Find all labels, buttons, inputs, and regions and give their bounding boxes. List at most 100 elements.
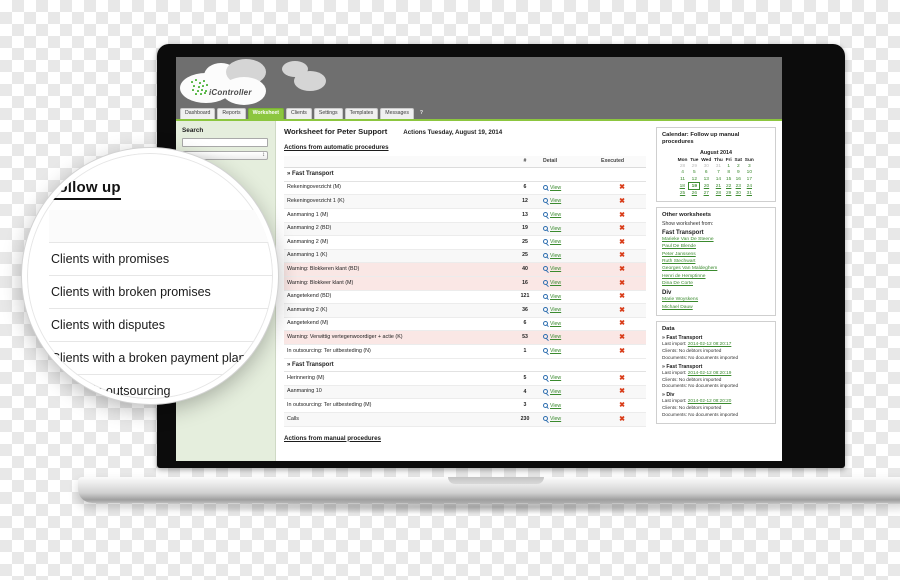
calendar-day[interactable]: 11 [676,176,689,183]
view-link[interactable]: View [543,198,561,204]
follow-up-item[interactable]: Clients with promises [49,243,273,276]
view-link[interactable]: View [543,402,561,409]
view-link[interactable]: View [543,348,561,354]
tab-help[interactable]: ? [416,109,427,119]
calendar-day[interactable]: 23 [733,183,743,190]
tab-settings[interactable]: Settings [313,108,343,119]
automatic-procedures-link[interactable]: Actions from automatic procedures [284,144,389,151]
calendar-day[interactable]: 28 [713,190,725,197]
worksheet-person-link[interactable]: Ruth Stechwart [662,258,770,265]
not-executed-icon[interactable]: ✖ [619,416,625,423]
not-executed-icon[interactable]: ✖ [619,266,625,273]
data-last-import-link[interactable]: 2014-02-12 08:20:20 [688,398,732,403]
view-link[interactable]: View [543,307,561,313]
tab-templates[interactable]: Templates [344,108,379,119]
calendar-day[interactable]: 12 [689,176,700,183]
tab-reports[interactable]: Reports [217,108,246,119]
view-link[interactable]: View [543,212,561,218]
data-last-import-link[interactable]: 2014-02-12 08:20:17 [688,341,732,346]
calendar-day[interactable]: 21 [713,183,725,190]
not-executed-icon[interactable]: ✖ [619,348,625,355]
calendar-weekday: Mon [677,158,688,164]
row-count: 40 [510,262,540,277]
not-executed-icon[interactable]: ✖ [619,252,625,259]
calendar-day[interactable]: 16 [733,176,743,183]
not-executed-icon[interactable]: ✖ [619,198,625,205]
calendar-day[interactable]: 13 [700,176,713,183]
view-link[interactable]: View [543,388,561,395]
follow-up-item[interactable]: Clients with broken promises [49,276,273,309]
tab-dashboard[interactable]: Dashboard [180,108,216,119]
magnifier-overlay: Follow up Clients with promises Clients w… [22,148,278,404]
worksheet-person-link[interactable]: Marieke Van De Steene [662,236,770,243]
calendar-day[interactable]: 22 [724,183,733,190]
view-link[interactable]: View [543,293,561,300]
manual-procedures-link[interactable]: Actions from manual procedures [284,435,381,442]
not-executed-icon[interactable]: ✖ [619,239,625,246]
not-executed-icon[interactable]: ✖ [619,320,625,327]
worksheet-person-link[interactable]: Marie Woyskens [662,296,770,303]
calendar-day[interactable]: 26 [689,190,700,197]
data-last-import-link[interactable]: 2014-02-12 08:20:19 [688,370,732,375]
worksheet-person-link[interactable]: Henri de Hemptinne [662,273,770,280]
magnifier-icon [543,388,548,394]
tab-clients[interactable]: Clients [286,108,312,119]
not-executed-icon[interactable]: ✖ [619,375,625,382]
not-executed-icon[interactable]: ✖ [619,293,625,300]
calendar-day[interactable]: 18 [676,183,689,190]
view-link[interactable]: View [543,252,561,259]
row-detail-cell: View [540,317,598,332]
view-link[interactable]: View [543,239,561,245]
calendar-day[interactable]: 24 [743,183,755,190]
follow-up-item[interactable]: Clients with disputes [49,309,273,342]
calendar-day[interactable]: 29 [724,190,733,197]
calendar-grid: Mon Tue Wed Thu Fri Sat Sun 28 29 30 31 1 2 3 4 5 6 7 8 9 1… [676,157,756,196]
worksheet-person-link[interactable]: Michael Dauw [662,304,770,311]
calendar-day[interactable]: 30 [733,190,743,197]
view-link[interactable]: View [543,280,561,286]
not-executed-icon[interactable]: ✖ [619,225,625,232]
view-link[interactable]: View [543,334,561,340]
group-label: » Fast Transport [284,358,646,373]
not-executed-icon[interactable]: ✖ [619,334,625,341]
worksheet-person-link[interactable]: Dina De Corte [662,280,770,287]
worksheet-person-link[interactable]: Peter Janssens [662,251,770,258]
calendar-day[interactable]: 25 [676,190,689,197]
view-link[interactable]: View [543,375,561,381]
tab-messages[interactable]: Messages [380,108,414,119]
not-executed-icon[interactable]: ✖ [619,212,625,219]
row-name: Aanmaning 1 (M) [284,208,510,223]
not-executed-icon[interactable]: ✖ [619,402,625,409]
table-row: Aanmaning 2 (M) 25 View ✖ [284,235,646,250]
actions-date: Actions Tuesday, August 19, 2014 [403,129,503,136]
calendar-day[interactable]: 15 [724,176,733,183]
not-executed-icon[interactable]: ✖ [619,184,625,191]
row-detail-cell: View [540,385,598,400]
view-link[interactable]: View [543,184,561,191]
data-title: Data [662,326,675,333]
search-input[interactable] [182,138,268,147]
not-executed-icon[interactable]: ✖ [619,388,625,395]
worksheet-person-link[interactable]: Paul De Blende [662,243,770,250]
row-detail-cell: View [540,208,598,223]
follow-up-item[interactable]: Clients with a broken payment plan [49,342,273,375]
calendar-day[interactable]: 31 [743,190,755,197]
calendar-day[interactable]: 17 [743,176,755,183]
view-link[interactable]: View [543,266,561,272]
tab-worksheet[interactable]: Worksheet [247,108,284,119]
not-executed-icon[interactable]: ✖ [619,280,625,287]
view-link[interactable]: View [543,225,561,232]
calendar-day[interactable]: 27 [700,190,713,197]
view-link[interactable]: View [543,416,561,422]
calendar-day-today[interactable]: 19 [688,182,701,191]
row-name: Aanmaning 10 [284,385,510,400]
not-executed-icon[interactable]: ✖ [619,307,625,314]
view-link[interactable]: View [543,320,561,327]
worksheet-person-link[interactable]: Georges Van Maldeghem [662,265,770,272]
calendar-widget[interactable]: August 2014 Mon Tue Wed Thu Fri Sat Sun 28 29 30… [662,150,770,196]
calendar-day[interactable]: 20 [700,183,713,190]
calendar-day[interactable]: 14 [713,176,725,183]
table-group-row: » Fast Transport [284,167,646,182]
table-header: # Detail Executed [284,156,646,168]
row-count: 230 [510,412,540,427]
